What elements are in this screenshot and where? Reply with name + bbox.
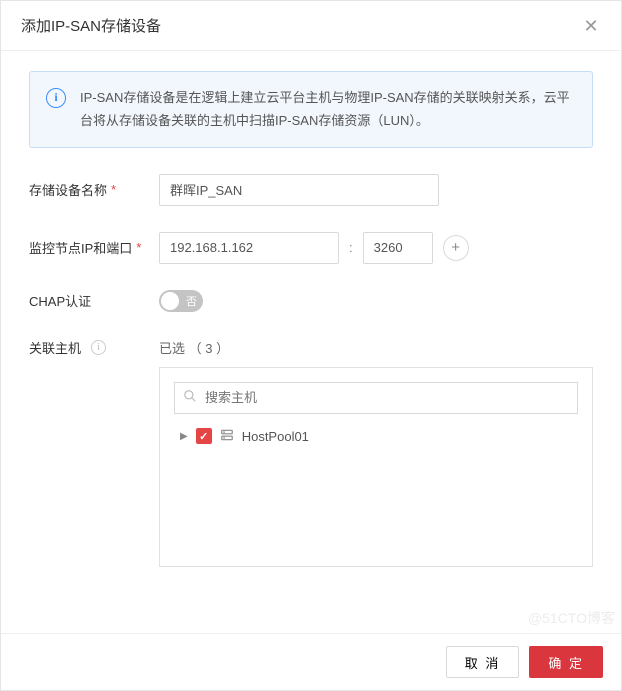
cancel-button[interactable]: 取 消 xyxy=(446,646,520,678)
row-hosts: 关联主机 i 已选 （ 3 ） ▶ ✓ xyxy=(29,338,593,567)
label-device-name: 存储设备名称* xyxy=(29,180,159,199)
info-text: IP-SAN存储设备是在逻辑上建立云平台主机与物理IP-SAN存储的关联映射关系… xyxy=(80,90,570,128)
toggle-knob xyxy=(161,292,179,310)
host-tree-item: ▶ ✓ HostPool01 xyxy=(174,428,578,445)
host-search[interactable] xyxy=(174,382,578,414)
plus-icon: + xyxy=(451,240,460,255)
required-mark: * xyxy=(111,182,116,197)
label-chap: CHAP认证 xyxy=(29,291,159,310)
monitor-port-input[interactable] xyxy=(363,232,433,264)
ok-button[interactable]: 确 定 xyxy=(529,646,603,678)
info-banner: i IP-SAN存储设备是在逻辑上建立云平台主机与物理IP-SAN存储的关联映射… xyxy=(29,71,593,148)
chap-toggle[interactable]: 否 xyxy=(159,290,203,312)
modal-header: 添加IP-SAN存储设备 ✕ xyxy=(1,1,621,51)
search-icon xyxy=(183,389,197,406)
row-device-name: 存储设备名称* xyxy=(29,174,593,206)
hosts-selected-summary: 已选 （ 3 ） xyxy=(159,338,593,357)
host-item-label[interactable]: HostPool01 xyxy=(242,429,309,444)
hosts-panel: ▶ ✓ HostPool01 xyxy=(159,367,593,567)
monitor-ip-input[interactable] xyxy=(159,232,339,264)
label-monitor: 监控节点IP和端口* xyxy=(29,238,159,257)
label-hosts: 关联主机 i xyxy=(29,338,159,357)
host-checkbox[interactable]: ✓ xyxy=(196,428,212,444)
toggle-state-text: 否 xyxy=(186,293,197,309)
ip-port-separator: : xyxy=(349,240,353,255)
modal-body: i IP-SAN存储设备是在逻辑上建立云平台主机与物理IP-SAN存储的关联映射… xyxy=(1,51,621,633)
add-endpoint-button[interactable]: + xyxy=(443,235,469,261)
row-monitor: 监控节点IP和端口* : + xyxy=(29,232,593,264)
modal-footer: 取 消 确 定 xyxy=(1,633,621,690)
device-name-input[interactable] xyxy=(159,174,439,206)
required-mark: * xyxy=(136,240,141,255)
help-icon[interactable]: i xyxy=(91,340,106,355)
close-icon[interactable]: ✕ xyxy=(581,17,601,35)
info-icon: i xyxy=(46,88,66,108)
chevron-right-icon[interactable]: ▶ xyxy=(180,431,188,442)
hostpool-icon xyxy=(220,428,234,445)
modal-title: 添加IP-SAN存储设备 xyxy=(21,15,161,36)
modal-add-ipsan: 添加IP-SAN存储设备 ✕ i IP-SAN存储设备是在逻辑上建立云平台主机与… xyxy=(0,0,622,691)
row-chap: CHAP认证 否 xyxy=(29,290,593,312)
host-search-input[interactable] xyxy=(203,389,569,406)
